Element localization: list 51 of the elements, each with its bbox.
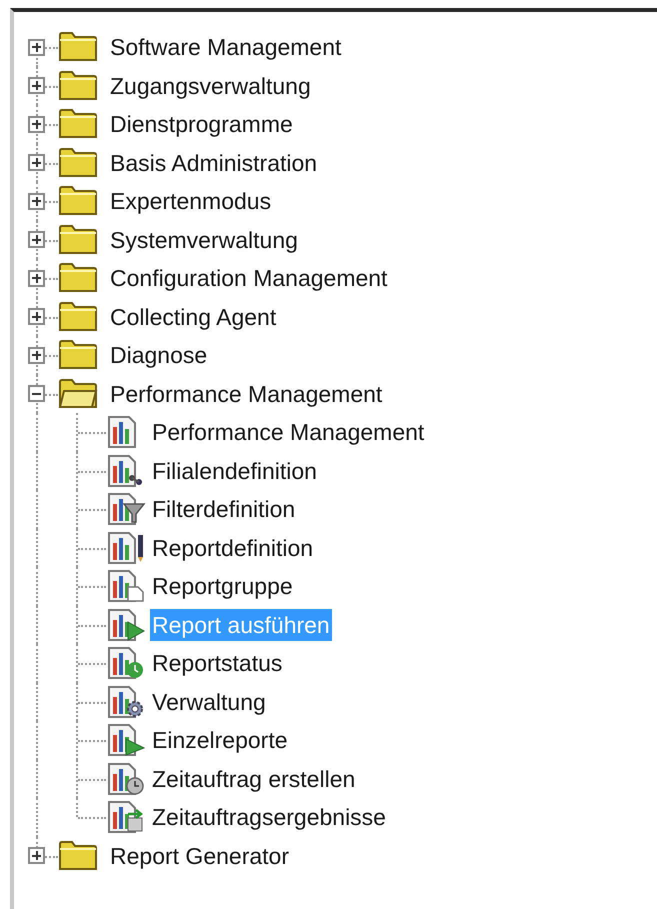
expand-icon[interactable] — [28, 847, 45, 864]
folder-icon — [58, 32, 98, 62]
chart-play-icon — [106, 608, 146, 642]
tree-item-label[interactable]: Dienstprogramme — [108, 108, 295, 140]
tree-item-label[interactable]: Filterdefinition — [150, 493, 298, 526]
folder-icon — [58, 302, 98, 332]
chart-pencil-icon — [106, 530, 146, 565]
tree-item-label[interactable]: Verwaltung — [150, 686, 268, 718]
tree-item-label[interactable]: Expertenmodus — [108, 185, 274, 218]
expand-icon[interactable] — [28, 154, 45, 172]
expand-icon[interactable] — [28, 116, 45, 133]
chart-documents-icon — [106, 569, 146, 604]
expand-icon[interactable] — [28, 231, 45, 248]
chart-funnel-icon — [106, 492, 146, 526]
tree-item-label[interactable]: Reportstatus — [150, 647, 284, 680]
tree-item-label[interactable]: Zugangsverwaltung — [108, 70, 313, 102]
folder-icon — [58, 840, 98, 871]
chart-play-icon — [106, 723, 146, 758]
chart-gear-icon — [106, 684, 146, 719]
tree-item-label[interactable]: Filialendefinition — [150, 454, 319, 487]
tree-item-label[interactable]: Einzelreporte — [150, 724, 290, 756]
tree-item-label[interactable]: Performance Management — [150, 416, 426, 448]
expand-icon[interactable] — [28, 270, 45, 287]
open-folder-icon — [58, 378, 98, 409]
tree-item-label[interactable]: Zeitauftrag erstellen — [150, 762, 358, 795]
collapse-icon[interactable] — [28, 385, 45, 402]
expand-icon[interactable] — [28, 192, 45, 210]
expand-icon[interactable] — [28, 77, 45, 94]
expand-icon[interactable] — [28, 346, 45, 364]
chart-clock-icon — [106, 762, 146, 796]
folder-icon — [58, 340, 98, 370]
folder-icon — [58, 186, 98, 216]
tree-item-label[interactable]: Basis Administration — [108, 146, 320, 179]
folder-icon — [58, 70, 98, 101]
chart-clock-icon — [106, 646, 146, 680]
expand-icon[interactable] — [28, 38, 45, 56]
tree-item-label[interactable]: Performance Management — [108, 378, 384, 410]
tree-item-label[interactable]: Diagnose — [108, 339, 210, 372]
tree-item-label[interactable]: Software Management — [108, 31, 344, 64]
tree-item-label[interactable]: Systemverwaltung — [108, 224, 300, 256]
folder-icon — [58, 263, 98, 294]
folder-icon — [58, 109, 98, 140]
tree-item-label[interactable]: Reportdefinition — [150, 532, 316, 564]
folder-icon — [58, 224, 98, 255]
tree-item-label[interactable]: Configuration Management — [108, 262, 390, 294]
tree-item-label[interactable]: Collecting Agent — [108, 300, 278, 333]
tree-item-label[interactable]: Reportgruppe — [150, 570, 295, 602]
expand-icon[interactable] — [28, 308, 45, 326]
tree-item-label[interactable]: Zeitauftragsergebnisse — [150, 801, 388, 834]
folder-icon — [58, 148, 98, 178]
tree-item-label[interactable]: Report Generator — [108, 840, 291, 872]
